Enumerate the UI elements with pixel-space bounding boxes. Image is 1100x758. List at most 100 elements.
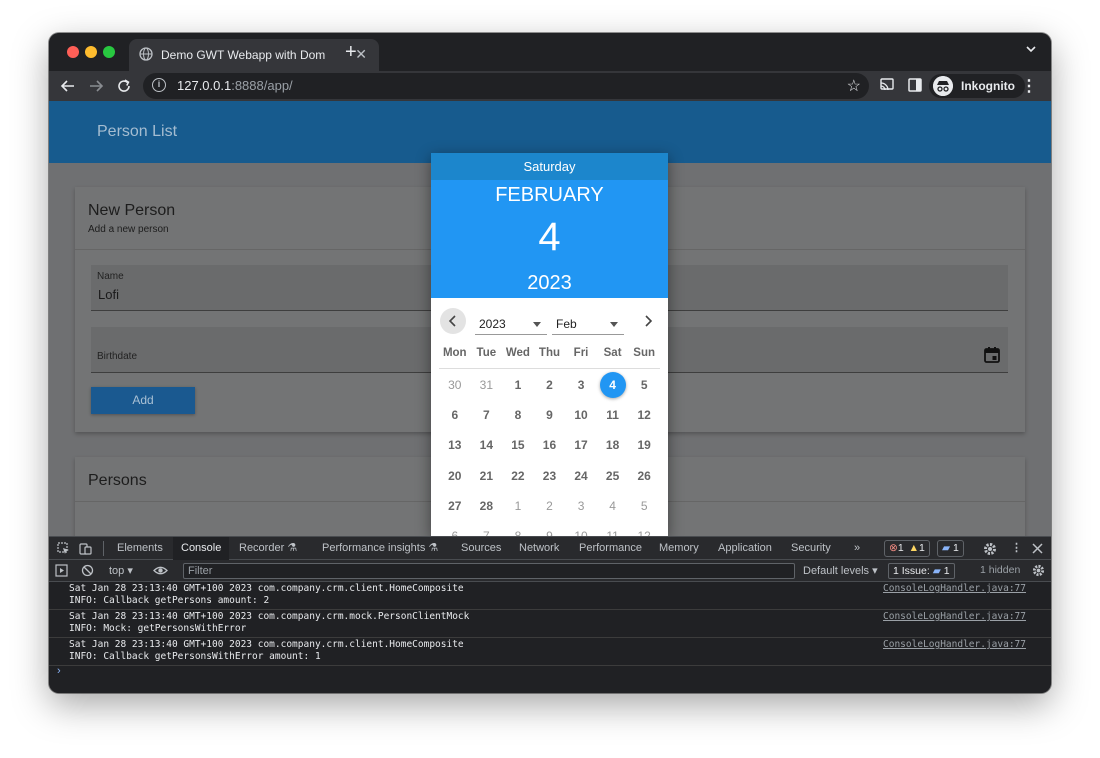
calendar-day[interactable]: 18 <box>597 430 629 460</box>
sidebar-toggle-icon[interactable] <box>55 564 68 577</box>
error-warning-badge[interactable]: ⊗1 ▲1 <box>884 540 930 557</box>
calendar-day[interactable]: 20 <box>439 461 471 491</box>
calendar-day[interactable]: 7 <box>471 521 503 536</box>
chevron-down-icon[interactable] <box>1025 43 1037 55</box>
calendar-day[interactable]: 28 <box>471 491 503 521</box>
tab-performance[interactable]: Performance <box>579 537 642 560</box>
day-number: 4 <box>609 498 616 513</box>
minimize-window-button[interactable] <box>85 46 97 58</box>
calendar-day[interactable]: 12 <box>628 521 660 536</box>
calendar-day[interactable]: 7 <box>471 400 503 430</box>
calendar-day[interactable]: 11 <box>597 400 629 430</box>
tab-security[interactable]: Security <box>791 537 831 560</box>
calendar-day[interactable]: 16 <box>534 430 566 460</box>
calendar-day[interactable]: 10 <box>565 400 597 430</box>
previous-month-button[interactable] <box>440 308 466 334</box>
inspect-element-icon[interactable] <box>57 542 70 555</box>
calendar-day[interactable]: 1 <box>502 370 534 400</box>
browser-menu-icon[interactable]: ⋮ <box>1021 76 1037 96</box>
tab-memory[interactable]: Memory <box>659 537 699 560</box>
calendar-day[interactable]: 8 <box>502 521 534 536</box>
settings-gear-icon[interactable] <box>983 542 997 556</box>
calendar-day[interactable]: 8 <box>502 400 534 430</box>
day-number: 1 <box>514 378 522 393</box>
calendar-day[interactable]: 27 <box>439 491 471 521</box>
selected-day[interactable]: 4 <box>597 370 629 400</box>
calendar-day[interactable]: 10 <box>565 521 597 536</box>
log-source-link[interactable]: ConsoleLogHandler.java:77 <box>883 639 1026 650</box>
tab-application[interactable]: Application <box>718 537 772 560</box>
more-tabs-button[interactable]: » <box>854 537 860 560</box>
maximize-window-button[interactable] <box>103 46 115 58</box>
day-number: 25 <box>605 468 620 483</box>
device-toolbar-icon[interactable] <box>79 542 92 555</box>
calendar-day[interactable]: 13 <box>439 430 471 460</box>
tab-elements[interactable]: Elements <box>117 537 163 560</box>
site-info-icon[interactable]: i <box>152 78 166 92</box>
devtools-menu-icon[interactable]: ⋮ <box>1011 537 1022 560</box>
calendar-day[interactable]: 25 <box>597 461 629 491</box>
calendar-day[interactable]: 5 <box>628 491 660 521</box>
calendar-day[interactable]: 2 <box>534 370 566 400</box>
calendar-day[interactable]: 26 <box>628 461 660 491</box>
calendar-day[interactable]: 9 <box>534 521 566 536</box>
incognito-profile-button[interactable]: Inkognito <box>929 74 1025 98</box>
next-month-button[interactable] <box>635 308 661 334</box>
calendar-day[interactable]: 17 <box>565 430 597 460</box>
calendar-day[interactable]: 2 <box>534 491 566 521</box>
close-window-button[interactable] <box>67 46 79 58</box>
calendar-day[interactable]: 4 <box>597 491 629 521</box>
tab-console[interactable]: Console <box>173 537 230 560</box>
log-source-link[interactable]: ConsoleLogHandler.java:77 <box>883 583 1026 594</box>
calendar-day[interactable]: 6 <box>439 400 471 430</box>
eye-icon[interactable] <box>153 565 168 576</box>
tab-sources[interactable]: Sources <box>461 537 501 560</box>
calendar-day[interactable]: 19 <box>628 430 660 460</box>
reload-icon[interactable] <box>116 78 132 94</box>
calendar-day[interactable]: 30 <box>439 370 471 400</box>
calendar-day[interactable]: 22 <box>502 461 534 491</box>
new-tab-button[interactable]: + <box>345 41 357 64</box>
tab-recorder[interactable]: Recorder ⚗ <box>239 537 297 560</box>
calendar-day[interactable]: 14 <box>471 430 503 460</box>
calendar-day[interactable]: 12 <box>628 400 660 430</box>
browser-tab[interactable]: Demo GWT Webapp with Dom ✕ <box>129 39 379 71</box>
side-panel-icon[interactable] <box>907 77 923 93</box>
calendar-day[interactable]: 3 <box>565 370 597 400</box>
name-input-value[interactable]: Lofi <box>98 287 119 302</box>
add-button[interactable]: Add <box>91 387 195 414</box>
clear-console-icon[interactable] <box>81 564 94 577</box>
calendar-day[interactable]: 5 <box>628 370 660 400</box>
close-devtools-icon[interactable] <box>1032 543 1043 554</box>
back-icon[interactable] <box>60 78 76 94</box>
issues-button[interactable]: 1 Issue: ▰ 1 <box>888 563 955 579</box>
calendar-day[interactable]: 11 <box>597 521 629 536</box>
year-select[interactable]: 2023 <box>475 311 547 335</box>
log-levels-dropdown[interactable]: Default levels ▾ <box>803 564 878 577</box>
calendar-day[interactable]: 3 <box>565 491 597 521</box>
month-select[interactable]: Feb <box>552 311 624 335</box>
tab-performance-insights[interactable]: Performance insights ⚗ <box>322 537 438 560</box>
console-prompt[interactable]: › <box>57 665 61 677</box>
calendar-day[interactable]: 23 <box>534 461 566 491</box>
context-selector[interactable]: top ▾ <box>109 564 133 577</box>
calendar-day[interactable]: 1 <box>502 491 534 521</box>
cast-icon[interactable] <box>879 77 895 93</box>
log-source-link[interactable]: ConsoleLogHandler.java:77 <box>883 611 1026 622</box>
info-badge[interactable]: ▰ 1 <box>937 540 964 557</box>
calendar-day[interactable]: 9 <box>534 400 566 430</box>
calendar-day[interactable]: 15 <box>502 430 534 460</box>
calendar-day[interactable]: 24 <box>565 461 597 491</box>
address-bar[interactable]: i 127.0.0.1:8888/app/ ☆ <box>143 73 869 99</box>
calendar-day[interactable]: 21 <box>471 461 503 491</box>
close-tab-icon[interactable]: ✕ <box>355 46 367 63</box>
forward-icon[interactable] <box>88 78 104 94</box>
calendar-day[interactable]: 6 <box>439 521 471 536</box>
console-filter-input[interactable]: Filter <box>183 563 795 579</box>
tab-network[interactable]: Network <box>519 537 559 560</box>
calendar-icon[interactable] <box>983 346 1001 364</box>
calendar-day[interactable]: 31 <box>471 370 503 400</box>
console-settings-gear-icon[interactable] <box>1032 564 1045 577</box>
bookmark-star-icon[interactable]: ☆ <box>847 76 861 96</box>
new-person-subheading: Add a new person <box>88 224 169 235</box>
